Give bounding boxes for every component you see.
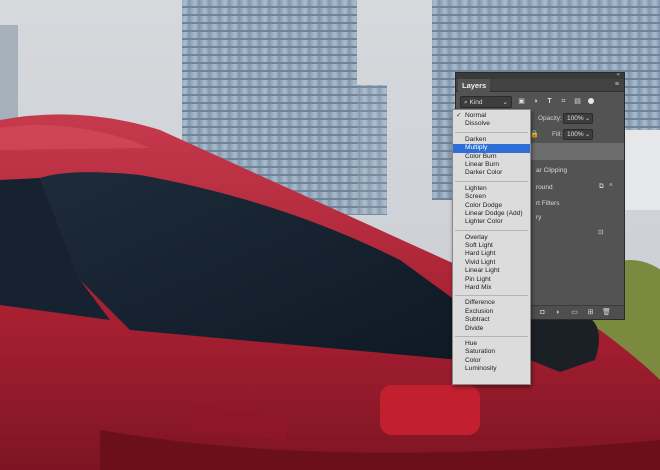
- blend-mode-item-overlay[interactable]: Overlay: [453, 234, 530, 242]
- blend-mode-item-hard-light[interactable]: Hard Light: [453, 250, 530, 258]
- menu-separator: [455, 335, 528, 337]
- kind-label: Kind: [469, 99, 483, 106]
- blend-mode-item-color-burn[interactable]: Color Burn: [453, 153, 530, 161]
- blend-mode-item-linear-burn[interactable]: Linear Burn: [453, 161, 530, 169]
- blend-mode-label: Multiply: [465, 144, 488, 152]
- blend-mode-label: Lighten: [465, 184, 487, 192]
- blend-mode-item-dissolve[interactable]: Dissolve: [453, 120, 530, 128]
- blend-mode-label: Difference: [465, 299, 495, 307]
- menu-separator: [455, 180, 528, 182]
- blend-mode-item-divide[interactable]: Divide: [453, 325, 530, 333]
- lock-icon: ⊡: [598, 229, 604, 236]
- smart-object-icon: ⧉: [599, 183, 604, 190]
- blend-mode-label: Luminosity: [465, 365, 497, 373]
- smart-object-filter-icon[interactable]: ▤: [573, 97, 582, 106]
- blend-mode-item-screen[interactable]: Screen: [453, 193, 530, 201]
- blend-mode-label: Darker Color: [465, 169, 503, 177]
- menu-separator: [455, 295, 528, 297]
- filter-kind-select[interactable]: ⌕ Kind ⌄: [460, 96, 512, 108]
- blend-mode-label: Darken: [465, 135, 487, 143]
- blend-mode-label: Color Burn: [465, 152, 497, 160]
- blend-mode-item-hue[interactable]: Hue: [453, 340, 530, 348]
- blend-mode-item-lighter-color[interactable]: Lighter Color: [453, 218, 530, 226]
- blend-mode-item-normal[interactable]: ✓ Normal: [453, 112, 530, 120]
- blend-mode-label: Overlay: [465, 233, 488, 241]
- chevron-down-icon: ⌄: [502, 99, 508, 106]
- chevron-down-icon: ⌄: [584, 132, 590, 138]
- blend-mode-item-subtract[interactable]: Subtract: [453, 316, 530, 324]
- new-layer-icon[interactable]: ⊞: [586, 308, 595, 317]
- blend-mode-label: Hue: [465, 339, 478, 347]
- tab-layers[interactable]: Layers: [458, 79, 491, 92]
- adjustment-filter-icon[interactable]: ◑: [531, 97, 540, 106]
- blend-mode-label: Linear Dodge (Add): [465, 209, 523, 217]
- blend-mode-item-pin-light[interactable]: Pin Light: [453, 276, 530, 284]
- blend-mode-item-darken[interactable]: Darken: [453, 136, 530, 144]
- blend-mode-label: Hard Mix: [465, 284, 492, 292]
- blend-mode-item-multiply[interactable]: Multiply: [453, 144, 530, 153]
- checkmark-icon: ✓: [456, 112, 462, 119]
- blend-mode-label: Soft Light: [465, 242, 493, 250]
- blend-mode-item-lighten[interactable]: Lighten: [453, 185, 530, 193]
- layer-clipping-label: ar Clipping: [536, 167, 568, 174]
- blend-mode-label: Hard Light: [465, 250, 496, 258]
- blend-mode-item-linear-dodge-add[interactable]: Linear Dodge (Add): [453, 210, 530, 218]
- filter-name-label: ry: [536, 214, 542, 221]
- blend-mode-label: Exclusion: [465, 307, 494, 315]
- blend-mode-label: Screen: [465, 193, 486, 201]
- menu-separator: [455, 131, 528, 133]
- panel-tab-bar: Layers ≡: [456, 79, 624, 92]
- blend-mode-item-linear-light[interactable]: Linear Light: [453, 267, 530, 275]
- blend-mode-item-exclusion[interactable]: Exclusion: [453, 308, 530, 316]
- blend-mode-item-color-dodge[interactable]: Color Dodge: [453, 202, 530, 210]
- blend-mode-label: Vivid Light: [465, 258, 496, 266]
- blend-mode-label: Color: [465, 356, 481, 364]
- blend-mode-label: Color Dodge: [465, 201, 503, 209]
- layer-filter-bar: ⌕ Kind ⌄ ▣ ◑ T ⌗ ▤: [456, 94, 624, 110]
- image-filter-icon[interactable]: ▣: [517, 97, 526, 106]
- opacity-field[interactable]: 100% ⌄: [563, 113, 593, 124]
- blend-mode-item-soft-light[interactable]: Soft Light: [453, 242, 530, 250]
- group-folder-icon[interactable]: ▭: [570, 308, 579, 317]
- trash-icon[interactable]: 🗑: [602, 308, 611, 317]
- blend-mode-item-vivid-light[interactable]: Vivid Light: [453, 259, 530, 267]
- opacity-value: 100%: [567, 115, 584, 122]
- fill-value: 100%: [567, 131, 584, 138]
- chevron-up-icon[interactable]: ˄: [609, 182, 613, 189]
- blend-mode-label: Pin Light: [465, 275, 491, 283]
- blend-mode-item-saturation[interactable]: Saturation: [453, 348, 530, 356]
- blend-mode-label: Subtract: [465, 316, 490, 324]
- blend-mode-label: Dissolve: [465, 120, 490, 128]
- shape-filter-icon[interactable]: ⌗: [559, 97, 568, 106]
- chevron-down-icon: ⌄: [584, 116, 590, 122]
- type-filter-icon[interactable]: T: [545, 97, 554, 106]
- menu-separator: [455, 229, 528, 231]
- blend-mode-label: Linear Burn: [465, 160, 500, 168]
- lock-icon[interactable]: 🔒: [530, 130, 539, 138]
- blend-mode-item-color[interactable]: Color: [453, 357, 530, 365]
- blend-mode-item-luminosity[interactable]: Luminosity: [453, 365, 530, 373]
- opacity-label: Opacity:: [538, 115, 562, 122]
- blend-mode-menu: ✓ Normal Dissolve Darken Multiply Color Burn L…: [452, 109, 531, 385]
- blend-mode-label: Divide: [465, 324, 484, 332]
- fill-field[interactable]: 100% ⌄: [563, 129, 593, 140]
- collapse-panel-icon[interactable]: «: [617, 72, 620, 78]
- blend-mode-label: Linear Light: [465, 267, 500, 275]
- panel-menu-icon[interactable]: ≡: [615, 81, 619, 88]
- blend-mode-label: Lighter Color: [465, 218, 503, 226]
- filter-toggle-icon[interactable]: [588, 98, 594, 104]
- adjustment-icon[interactable]: ◐: [554, 308, 563, 317]
- blend-mode-label: Saturation: [465, 348, 496, 356]
- blend-mode-label: Normal: [465, 112, 487, 119]
- smart-filters-label: rt Filters: [536, 200, 560, 207]
- blend-mode-item-darker-color[interactable]: Darker Color: [453, 169, 530, 177]
- blend-mode-item-difference[interactable]: Difference: [453, 299, 530, 307]
- fill-label: Fill:: [552, 131, 563, 138]
- blend-mode-item-hard-mix[interactable]: Hard Mix: [453, 284, 530, 292]
- mask-icon[interactable]: ◘: [538, 308, 547, 317]
- layer-background-label: round: [536, 184, 553, 191]
